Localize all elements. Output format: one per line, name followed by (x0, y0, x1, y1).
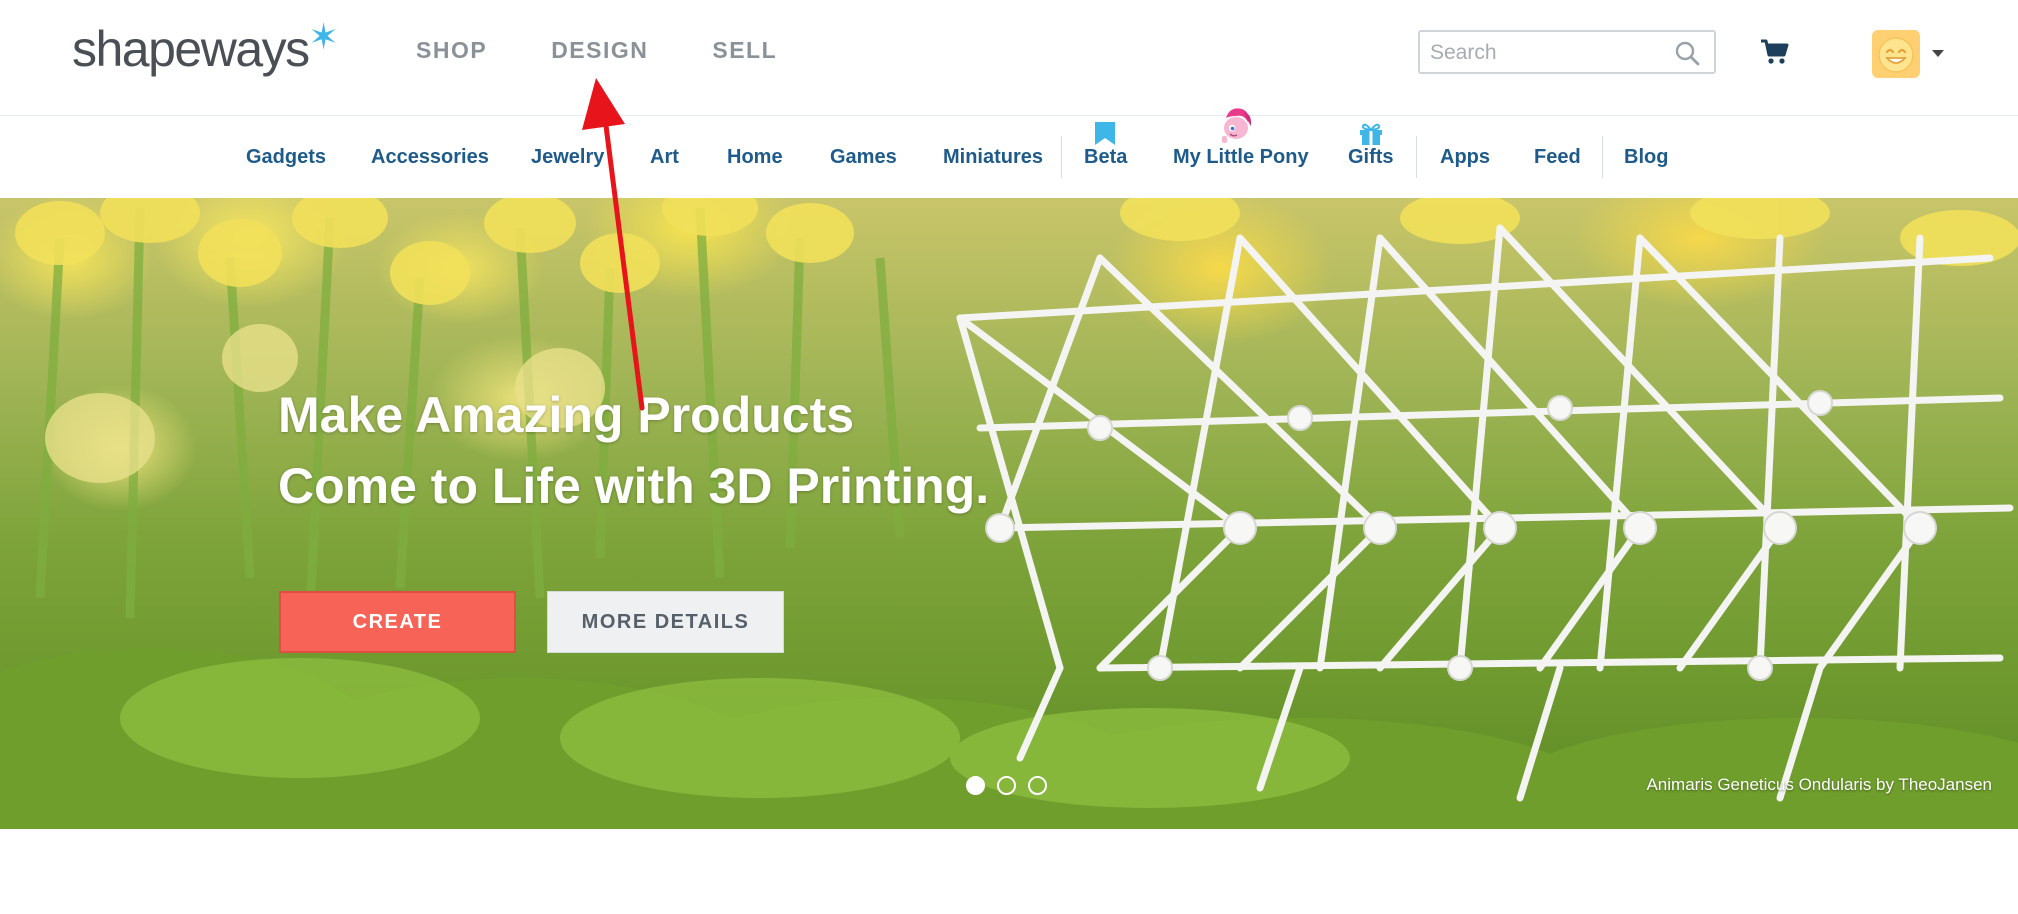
main-nav: SHOP DESIGN SELL (416, 37, 841, 64)
category-blog[interactable]: Blog (1624, 146, 1668, 169)
category-home[interactable]: Home (727, 146, 783, 169)
category-bar: Gadgets Accessories Jewelry Art Home Gam… (0, 108, 2018, 198)
category-art[interactable]: Art (650, 146, 679, 169)
carousel-dot-1[interactable] (966, 776, 985, 795)
account-dropdown-caret-icon[interactable] (1932, 50, 1944, 57)
category-apps[interactable]: Apps (1440, 146, 1490, 169)
category-games[interactable]: Games (830, 146, 897, 169)
category-divider (1061, 136, 1062, 178)
category-beta[interactable]: Beta (1084, 146, 1127, 169)
category-feed[interactable]: Feed (1534, 146, 1581, 169)
logo-text: shapeways (72, 21, 310, 77)
category-my-little-pony[interactable]: My Little Pony (1173, 146, 1309, 169)
category-accessories[interactable]: Accessories (371, 146, 489, 169)
category-gadgets[interactable]: Gadgets (246, 146, 326, 169)
nav-sell[interactable]: SELL (712, 37, 777, 64)
hero-banner: Make Amazing Products Come to Life with … (0, 198, 2018, 829)
carousel-dot-2[interactable] (997, 776, 1016, 795)
search-icon[interactable] (1674, 40, 1700, 66)
category-divider (1602, 136, 1603, 178)
user-avatar[interactable] (1872, 30, 1920, 78)
create-button[interactable]: CREATE (279, 591, 516, 653)
nav-shop[interactable]: SHOP (416, 37, 487, 64)
search-input[interactable] (1430, 41, 1660, 65)
gift-icon (1360, 123, 1382, 145)
bookmark-icon (1095, 122, 1115, 145)
category-gifts[interactable]: Gifts (1348, 146, 1394, 169)
carousel-dot-3[interactable] (1028, 776, 1047, 795)
carousel-dots (966, 776, 1047, 795)
category-jewelry[interactable]: Jewelry (531, 146, 604, 169)
image-caption: Animaris Geneticus Ondularis by TheoJans… (1646, 775, 1992, 794)
hero-headline-line2: Come to Life with 3D Printing. (278, 458, 990, 514)
shapeways-logo[interactable]: shapeways ✶ (72, 16, 339, 78)
logo-star-icon: ✶ (308, 16, 339, 57)
site-header: shapeways ✶ SHOP DESIGN SELL (0, 0, 2018, 116)
smiley-avatar-icon (1878, 37, 1914, 73)
search-box (1418, 30, 1716, 74)
hero-headline-line1: Make Amazing Products (278, 387, 855, 443)
category-miniatures[interactable]: Miniatures (943, 146, 1043, 169)
category-divider (1416, 136, 1417, 178)
more-details-button[interactable]: MORE DETAILS (547, 591, 784, 653)
cart-icon[interactable] (1760, 38, 1790, 66)
pony-icon (1222, 108, 1252, 143)
hero-headline: Make Amazing Products Come to Life with … (278, 380, 989, 522)
nav-design[interactable]: DESIGN (551, 37, 648, 64)
